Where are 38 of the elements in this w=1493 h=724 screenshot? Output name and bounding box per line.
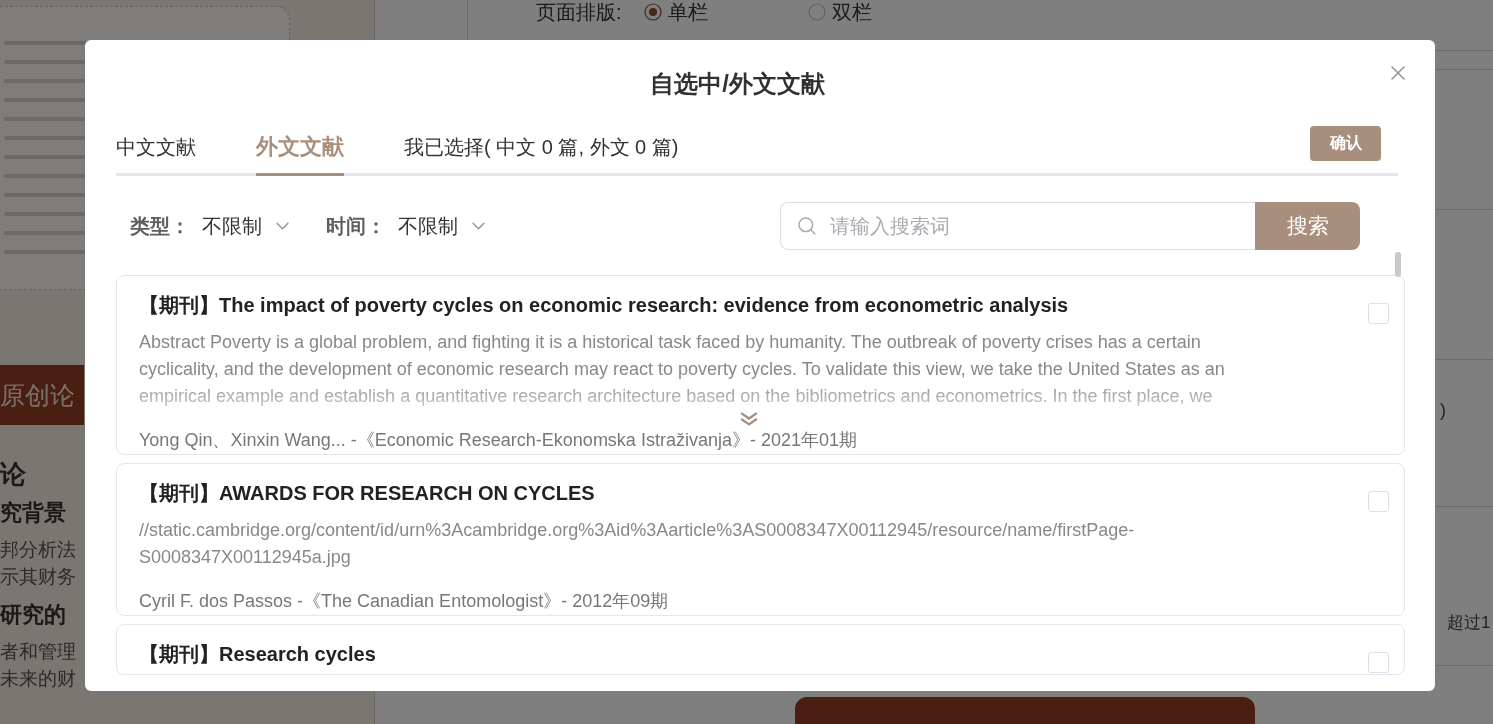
result-source: Cyril F. dos Passos -《The Canadian Entomologist》- 2012年09期: [139, 590, 669, 613]
checkbox[interactable]: [1368, 491, 1389, 512]
double-chevron-down-icon[interactable]: [740, 412, 758, 426]
note-text: ): [1440, 399, 1446, 422]
result-title[interactable]: 【期刊】AWARDS FOR RESEARCH ON CYCLES: [139, 479, 595, 507]
result-abstract: Abstract Poverty is a global problem, and fighting it is a historical task faced by humanity. The outbreak of poverty crises has a certain cyclicality, and the development of economic research may react to poverty cycles. To validate this view, we take the United States as an empirical example and establish a quantitative research architecture based on the bibliometrics and econometrics. In the first place, we: [139, 331, 1225, 408]
result-abstract: //static.cambridge.org/content/id/urn%3Acambridge.org%3Aid%3Aarticle%3AS0008347X00112945/resource/name/firstPage- S0008347X00112945a.jpg: [139, 519, 1135, 569]
layout-option[interactable]: 单栏: [643, 0, 708, 26]
banner-title: 原创论: [0, 380, 75, 410]
body-text: 者和管理: [0, 640, 76, 664]
section-heading: 研究的: [0, 602, 66, 628]
filter-dropdown[interactable]: 不限制: [398, 212, 485, 240]
action-button[interactable]: [795, 697, 1255, 724]
layout-option[interactable]: 双栏: [807, 0, 872, 26]
section-heading: 究背景: [0, 500, 66, 526]
note-text: 超过1: [1447, 612, 1491, 634]
body-text: 示其财务: [0, 565, 76, 589]
body-text: 邦分析法: [0, 538, 76, 562]
body-text: 未来的财: [0, 667, 76, 691]
chevron-down-icon: [472, 222, 485, 230]
tab[interactable]: 中文文献: [116, 122, 196, 176]
filter-label: 时间：: [326, 213, 386, 239]
result-source: Yong Qin、Xinxin Wang... -《Economic Research-Ekonomska Istraživanja》- 2021年01期: [139, 429, 857, 452]
scrollbar[interactable]: [1395, 252, 1401, 277]
layout-label: 页面排版:: [536, 0, 622, 25]
result-title[interactable]: 【期刊】Research cycles: [139, 640, 376, 668]
close-icon[interactable]: [1391, 66, 1405, 80]
filter-label: 类型：: [130, 213, 190, 239]
checkbox[interactable]: [1368, 303, 1389, 324]
search-field[interactable]: 请输入搜索词: [780, 202, 1255, 250]
filter-dropdown[interactable]: 不限制: [202, 212, 289, 240]
chapter-heading: 论: [0, 460, 26, 488]
tab[interactable]: 我已选择( 中文 0 篇, 外文 0 篇): [404, 122, 679, 176]
search-icon: [798, 217, 816, 235]
checkbox[interactable]: [1368, 652, 1389, 673]
chevron-down-icon: [276, 222, 289, 230]
result-title[interactable]: 【期刊】The impact of poverty cycles on economic research: evidence from econometric analysis: [139, 291, 1069, 319]
dialog-title: 自选中/外文文献: [650, 69, 825, 99]
